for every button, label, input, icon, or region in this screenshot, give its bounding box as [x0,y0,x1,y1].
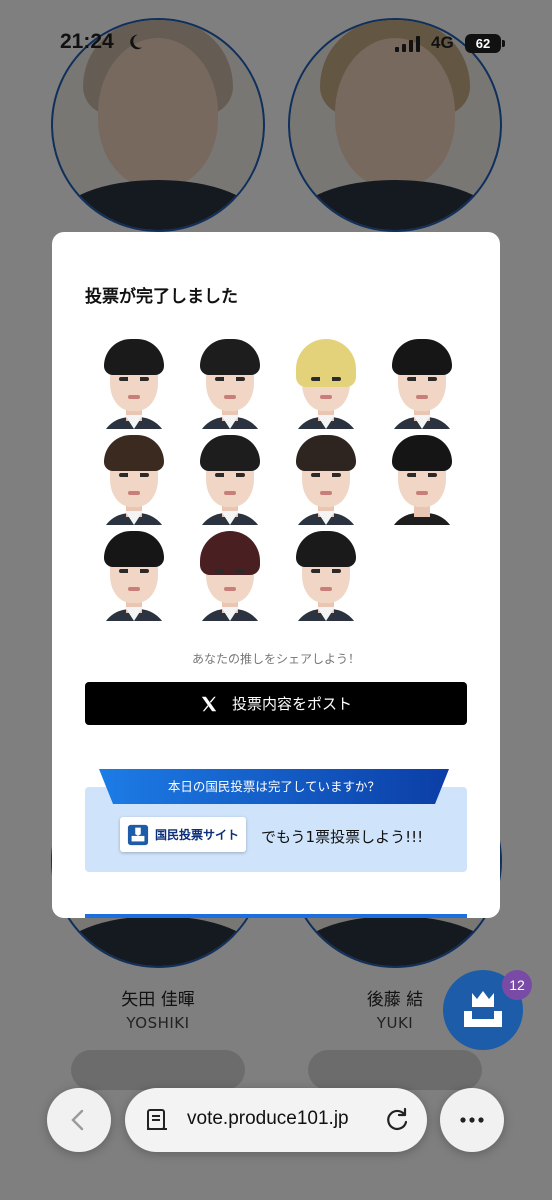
vote-count-badge: 12 [502,970,532,1000]
modal-title: 投票が完了しました [85,287,238,307]
voted-member-photo [284,529,368,621]
address-bar[interactable]: vote.produce101.jp [125,1088,427,1152]
vote-question-ribbon: 本日の国民投票は完了していますか？ [99,769,449,804]
voted-member-photo [92,433,176,525]
more-button[interactable] [440,1088,504,1152]
status-time: 21:24 [60,30,114,53]
ballot-crown-icon [464,991,502,1027]
more-dots-icon [460,1117,484,1123]
share-hint: あなたの推しをシェアしよう！ [191,652,360,666]
voted-member-photo [188,433,272,525]
reload-icon[interactable] [384,1107,410,1133]
voted-member-photo [188,337,272,429]
voted-member-photo [92,529,176,621]
post-button-label: 投票内容をポスト [231,695,352,713]
voted-member-photo [284,433,368,525]
signal-icon [395,36,420,52]
site-button-label: 国民投票サイト [155,828,240,842]
status-bar: 21:24 4G 62 [0,0,552,88]
url-text: vote.produce101.jp [187,1108,349,1129]
vote-tagline: でもう1票投票しよう!!! [261,828,424,846]
national-vote-site-button[interactable]: 国民投票サイト [120,817,246,852]
voted-member-photo [284,337,368,429]
vote-complete-modal: 投票が完了しました あなたの推しをシェアしよう！ 投票内容をポスト 国民投票サイ… [52,232,500,918]
x-logo-icon [201,696,217,711]
voted-member-photo [188,529,272,621]
network-type: 4G [431,33,454,52]
moon-icon [130,34,143,50]
battery-icon: 62 [465,34,505,53]
voted-member-photo [380,337,464,429]
modal-divider [85,914,467,918]
voted-member-photo [92,337,176,429]
back-button[interactable] [47,1088,111,1152]
ballot-box-icon [127,824,149,845]
post-to-x-button[interactable]: 投票内容をポスト [85,682,467,725]
chevron-left-icon [71,1109,84,1131]
page-menu-icon[interactable] [145,1108,169,1132]
voted-member-photo [380,433,464,525]
